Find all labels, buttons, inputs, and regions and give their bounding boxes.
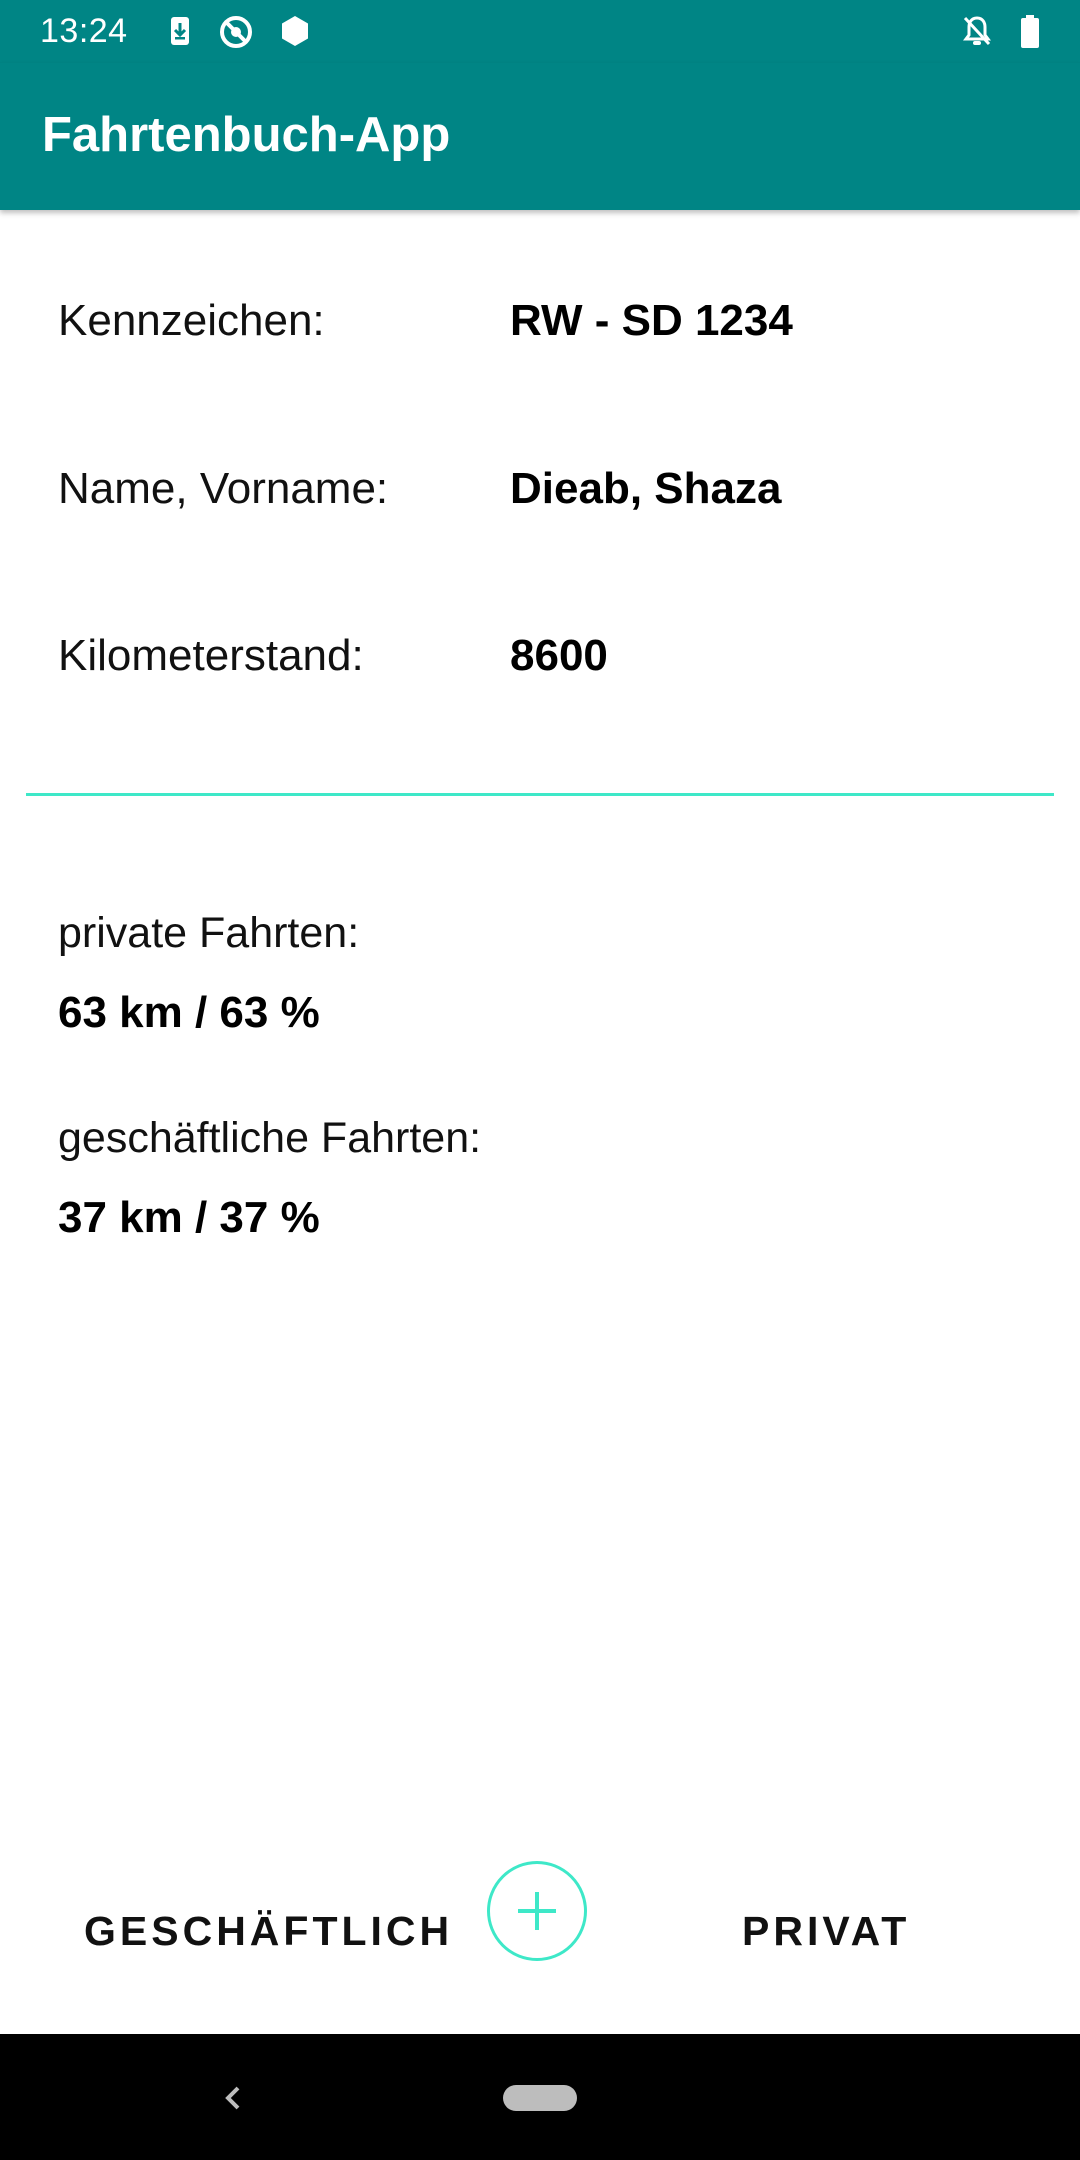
- private-button[interactable]: PRIVAT: [742, 1908, 910, 1955]
- business-trips-value: 37 km / 37 %: [58, 1193, 320, 1242]
- no-location-icon: [218, 14, 252, 48]
- odometer-value: 8600: [510, 631, 608, 680]
- private-trips-label: private Fahrten:: [58, 909, 360, 957]
- screen: 13:24 Fahrtenbuch-App Kennzeichen: RW - …: [0, 0, 1080, 2160]
- name-value: Dieab, Shaza: [510, 464, 782, 513]
- battery-icon: [1018, 14, 1042, 48]
- odometer-label: Kilometerstand:: [58, 631, 364, 680]
- status-bar: 13:24: [0, 0, 1080, 63]
- app-bar: Fahrtenbuch-App: [0, 63, 1080, 210]
- notifications-off-icon: [960, 14, 994, 48]
- hexagon-icon: [278, 14, 312, 48]
- name-label: Name, Vorname:: [58, 464, 389, 513]
- back-icon[interactable]: [218, 2078, 248, 2118]
- home-pill[interactable]: [503, 2085, 577, 2111]
- status-time: 13:24: [40, 12, 128, 50]
- private-trips-value: 63 km / 63 %: [58, 988, 320, 1037]
- add-trip-button[interactable]: [487, 1861, 587, 1961]
- plate-value: RW - SD 1234: [510, 296, 793, 345]
- navigation-bar: [0, 2034, 1080, 2160]
- plate-label: Kennzeichen:: [58, 296, 325, 345]
- download-icon: [163, 14, 197, 48]
- business-trips-label: geschäftliche Fahrten:: [58, 1114, 482, 1162]
- divider: [26, 793, 1054, 796]
- app-title: Fahrtenbuch-App: [42, 108, 451, 162]
- business-button[interactable]: GESCHÄFTLICH: [84, 1908, 453, 1955]
